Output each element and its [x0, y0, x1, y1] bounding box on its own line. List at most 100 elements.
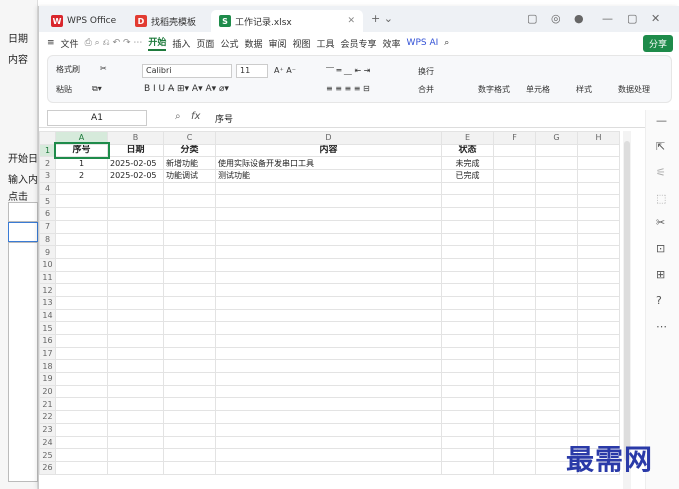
copy-icon[interactable]: ⧉▾: [92, 84, 102, 94]
help-icon[interactable]: ?: [656, 294, 662, 307]
cell[interactable]: [163, 448, 216, 462]
cell[interactable]: [55, 346, 108, 361]
cell[interactable]: [163, 460, 216, 475]
cell[interactable]: [107, 359, 164, 374]
row-header[interactable]: 20: [39, 384, 56, 399]
cell[interactable]: [535, 169, 578, 183]
cell[interactable]: 2025-02-05: [107, 156, 164, 171]
cell[interactable]: 新增功能: [163, 156, 216, 171]
cell[interactable]: [577, 346, 620, 361]
cell[interactable]: [535, 283, 578, 297]
cell[interactable]: [163, 435, 216, 450]
bg-input-selected[interactable]: [8, 222, 38, 242]
cell[interactable]: [107, 257, 164, 272]
cell[interactable]: [493, 169, 536, 183]
cell[interactable]: [215, 435, 442, 450]
cell[interactable]: [535, 422, 578, 437]
row-header[interactable]: 6: [39, 207, 56, 221]
cell[interactable]: 功能调试: [163, 169, 216, 183]
cell[interactable]: 日期: [107, 143, 164, 158]
cell[interactable]: [493, 334, 536, 348]
merge-button[interactable]: 合并: [418, 84, 434, 95]
cell[interactable]: [441, 334, 494, 348]
row-header[interactable]: 1: [39, 143, 56, 158]
row-header[interactable]: 23: [39, 422, 56, 437]
cell[interactable]: [215, 460, 442, 475]
cell[interactable]: [163, 321, 216, 335]
cell[interactable]: [535, 372, 578, 386]
row-header[interactable]: 25: [39, 448, 56, 462]
column-header[interactable]: E: [441, 131, 494, 145]
add-tab-icon[interactable]: + ⌄: [371, 12, 393, 25]
quick-tools-icon[interactable]: ⎙ ⌕ ⎌ ↶ ↷ ⋯: [85, 38, 143, 48]
cell[interactable]: [441, 448, 494, 462]
cell[interactable]: [577, 169, 620, 183]
column-header[interactable]: B: [107, 131, 164, 145]
cell[interactable]: [493, 397, 536, 412]
menu-data[interactable]: 数据: [244, 37, 262, 50]
cell[interactable]: [535, 397, 578, 412]
cell[interactable]: [107, 448, 164, 462]
cell[interactable]: [163, 346, 216, 361]
row-header[interactable]: 22: [39, 410, 56, 424]
cell[interactable]: [107, 194, 164, 209]
cell[interactable]: 未完成: [441, 156, 494, 171]
cell[interactable]: [493, 270, 536, 285]
cell[interactable]: [493, 308, 536, 323]
select-icon[interactable]: ⇱: [656, 140, 665, 153]
cell[interactable]: [441, 321, 494, 335]
spreadsheet-grid[interactable]: ABCDEFGH 1 序号 日期 分类 内容 状态 2 1 2025-02-05 新增功能 使用实际…: [39, 131, 622, 489]
cell[interactable]: 测试功能: [215, 169, 442, 183]
cell[interactable]: [441, 283, 494, 297]
close-icon[interactable]: ✕: [347, 16, 355, 26]
cell[interactable]: [577, 334, 620, 348]
row-header[interactable]: 15: [39, 321, 56, 335]
column-header[interactable]: F: [493, 131, 536, 145]
cell[interactable]: 2: [55, 169, 108, 183]
cell[interactable]: [493, 410, 536, 424]
cell[interactable]: [441, 295, 494, 310]
cell[interactable]: [535, 359, 578, 374]
cell[interactable]: [535, 181, 578, 196]
cell[interactable]: [163, 295, 216, 310]
cell[interactable]: [163, 232, 216, 247]
row-header[interactable]: 9: [39, 245, 56, 259]
cell[interactable]: [107, 232, 164, 247]
cell[interactable]: [441, 257, 494, 272]
row-header[interactable]: 14: [39, 308, 56, 323]
cell[interactable]: [107, 321, 164, 335]
maximize-icon[interactable]: ▢: [627, 12, 637, 25]
cell[interactable]: [535, 346, 578, 361]
cell[interactable]: [163, 410, 216, 424]
cell[interactable]: [163, 194, 216, 209]
cell[interactable]: [215, 308, 442, 323]
row-header[interactable]: 18: [39, 359, 56, 374]
cell[interactable]: [55, 232, 108, 247]
format-painter-button[interactable]: 格式刷: [56, 64, 80, 75]
cell[interactable]: [163, 181, 216, 196]
cell[interactable]: [163, 384, 216, 399]
cell[interactable]: 分类: [163, 143, 216, 158]
cell[interactable]: [215, 397, 442, 412]
row-header[interactable]: 19: [39, 372, 56, 386]
cell[interactable]: [535, 295, 578, 310]
corner-select-all[interactable]: [39, 131, 56, 145]
cell[interactable]: [493, 219, 536, 234]
row-header[interactable]: 26: [39, 460, 56, 475]
cell[interactable]: [493, 181, 536, 196]
cell[interactable]: [441, 308, 494, 323]
cell[interactable]: [441, 372, 494, 386]
cell[interactable]: [107, 435, 164, 450]
menu-wps-ai[interactable]: WPS AI: [407, 38, 439, 48]
cell[interactable]: [215, 346, 442, 361]
cell[interactable]: [493, 346, 536, 361]
row-header[interactable]: 5: [39, 194, 56, 209]
cell[interactable]: 内容: [215, 143, 442, 158]
cell[interactable]: 2025-02-05: [107, 169, 164, 183]
cell[interactable]: [577, 257, 620, 272]
tab-wps-office[interactable]: W WPS Office: [43, 10, 124, 32]
cell[interactable]: [441, 219, 494, 234]
data-processing-button[interactable]: 数据处理: [618, 84, 650, 95]
row-header[interactable]: 10: [39, 257, 56, 272]
cell[interactable]: [215, 372, 442, 386]
